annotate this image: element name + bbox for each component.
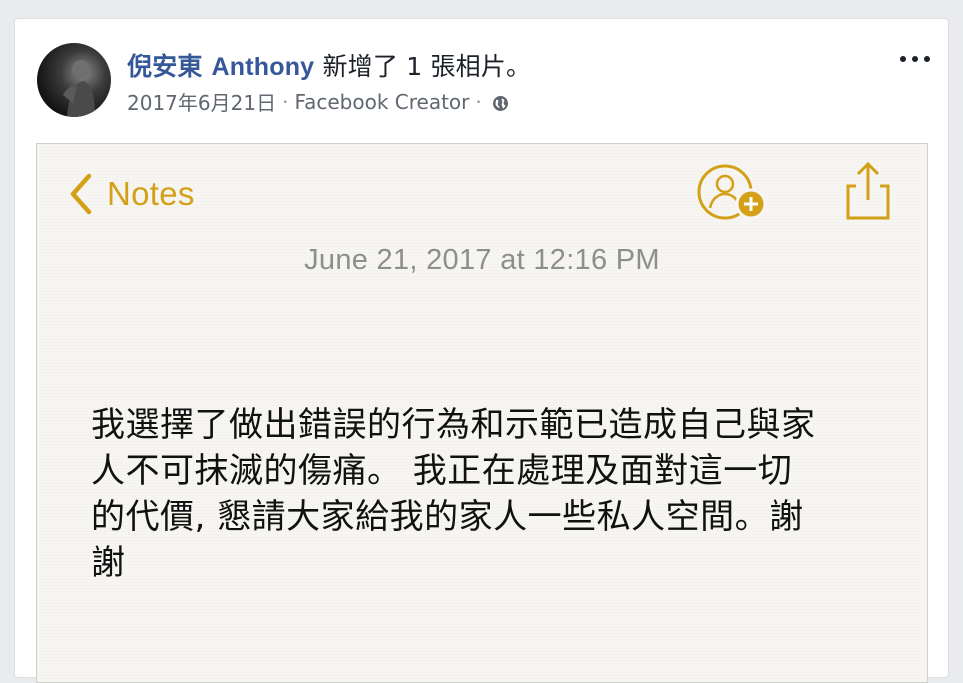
post-date-link[interactable]: 2017年6月21日: [127, 87, 276, 116]
share-icon[interactable]: [843, 158, 893, 224]
more-options-button[interactable]: [900, 49, 930, 69]
note-timestamp: June 21, 2017 at 12:16 PM: [304, 244, 660, 276]
note-body-line: 謝: [91, 543, 126, 583]
note-body-line: 的代價, 懇請大家給我的家人一些私人空間。謝: [91, 497, 804, 537]
more-dots-icon: [912, 56, 918, 62]
meta-separator: ·: [282, 89, 289, 114]
avatar[interactable]: [37, 43, 111, 117]
more-dots-icon: [900, 56, 906, 62]
add-person-icon[interactable]: [695, 160, 775, 226]
post-card: 倪安東 Anthony 新增了 1 張相片。 2017年6月21日 · Face…: [14, 18, 949, 683]
note-body-line: 人不可抹滅的傷痛。 我正在處理及面對這一切: [91, 451, 793, 491]
notes-back-button[interactable]: Notes: [67, 170, 195, 218]
post-source-link[interactable]: Facebook Creator: [294, 90, 469, 114]
author-name-cn[interactable]: 倪安東: [127, 52, 203, 81]
chevron-left-icon: [70, 173, 92, 215]
author-link[interactable]: 倪安東 Anthony: [127, 52, 314, 81]
post-action-text: 新增了 1 張相片。: [322, 52, 532, 81]
note-body-line: 我選擇了做出錯誤的行為和示範已造成自己與家: [91, 405, 816, 445]
post-header: 倪安東 Anthony 新增了 1 張相片。: [127, 47, 531, 83]
post-meta: 2017年6月21日 · Facebook Creator ·: [127, 87, 509, 116]
author-name-en[interactable]: Anthony: [212, 53, 315, 81]
post-photo[interactable]: Notes June 21, 2017 at 12:16 PM 我選擇了做出錯誤…: [36, 143, 928, 683]
meta-separator: ·: [475, 89, 482, 114]
notes-back-label: Notes: [107, 175, 195, 212]
more-dots-icon: [924, 56, 930, 62]
globe-icon[interactable]: [492, 93, 509, 111]
note-body: 我選擇了做出錯誤的行為和示範已造成自己與家 人不可抹滅的傷痛。 我正在處理及面對…: [91, 402, 891, 586]
